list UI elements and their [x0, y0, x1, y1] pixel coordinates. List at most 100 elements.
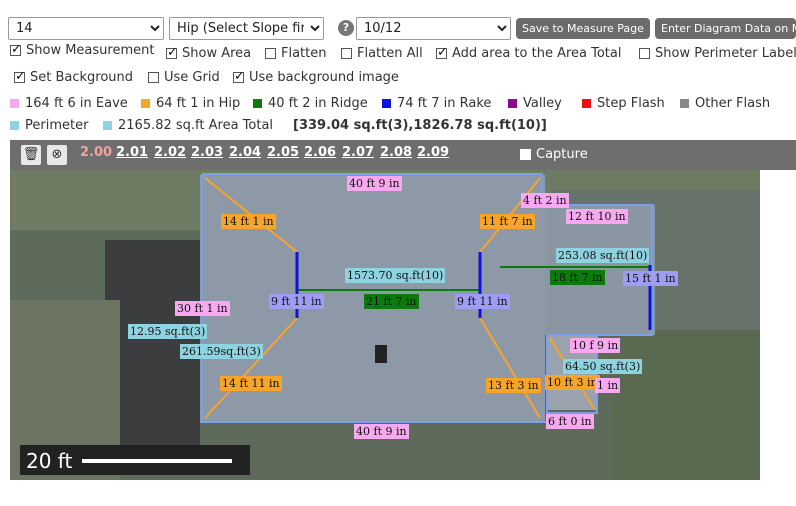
- checkbox-box: [341, 48, 352, 59]
- capture-checkbox[interactable]: Capture: [520, 147, 588, 162]
- help-icon[interactable]: ?: [338, 20, 354, 36]
- eave-label-1in: 1 in: [595, 378, 621, 393]
- checkbox-box: [14, 69, 26, 84]
- ridge-label-main: 21 ft 7 in: [364, 294, 419, 309]
- swatch: [680, 99, 689, 108]
- trash-icon[interactable]: 🗑: [21, 145, 41, 165]
- scale-bar: 20 ft: [26, 449, 233, 473]
- legend-label: 164 ft 6 in Eave: [25, 96, 128, 111]
- add-area-checkbox[interactable]: Add area to the Area Total: [436, 45, 622, 61]
- pitch-number-select[interactable]: 14: [8, 17, 164, 40]
- use-grid-checkbox[interactable]: Use Grid: [148, 70, 220, 85]
- checkbox-box: [436, 45, 448, 60]
- legend-label: Perimeter: [25, 118, 89, 133]
- flatten-checkbox[interactable]: Flatten: [265, 46, 327, 61]
- swatch: [103, 121, 112, 130]
- legend-eave: 164 ft 6 in Eave: [10, 96, 128, 111]
- area-label-1573: 1573.70 sq.ft(10): [345, 268, 446, 283]
- legend-valley: Valley: [508, 96, 562, 111]
- checkbox-box: [166, 45, 178, 60]
- version-2-06[interactable]: 2.06: [304, 145, 336, 160]
- area-detail-text: [339.04 sq.ft(3),1826.78 sq.ft(10)]: [293, 118, 547, 133]
- legend-perimeter: Perimeter: [10, 118, 88, 133]
- area-label-261: 261.59sq.ft(3): [180, 344, 263, 359]
- hip-label-bl: 14 ft 11 in: [220, 376, 282, 391]
- legend-label: Valley: [523, 96, 562, 111]
- version-2-09[interactable]: 2.09: [417, 145, 449, 160]
- area-label-253: 253.08 sq.ft(10): [556, 248, 650, 263]
- swatch: [382, 99, 391, 108]
- swatch: [10, 99, 19, 108]
- legend-hip: 64 ft 1 in Hip: [141, 96, 240, 111]
- scale-label: 20 ft: [26, 449, 73, 473]
- checkbox-label: Use Grid: [164, 70, 220, 85]
- checkbox-box: [265, 48, 276, 59]
- area-label-64: 64.50 sq.ft(3): [563, 359, 643, 374]
- hip-label-tr: 11 ft 7 in: [480, 214, 535, 229]
- eave-label-4ft: 4 ft 2 in: [521, 193, 569, 208]
- version-2-03[interactable]: 2.03: [191, 145, 223, 160]
- version-2-00[interactable]: 2.00: [80, 145, 112, 160]
- flatten-all-checkbox[interactable]: Flatten All: [341, 46, 423, 61]
- swatch: [253, 99, 262, 108]
- version-2-08[interactable]: 2.08: [380, 145, 412, 160]
- rake-label-15ft: 15 ft 1 in: [623, 271, 678, 286]
- hip-label-small: 10 ft 3 in: [545, 375, 600, 390]
- area-total: 2165.82 sq.ft Area Total: [103, 118, 273, 133]
- diagram-canvas[interactable]: 40 ft 9 in 14 ft 1 in 11 ft 7 in 4 ft 2 …: [10, 170, 760, 480]
- swatch: [10, 121, 19, 130]
- legend-other-flash: Other Flash: [680, 96, 770, 111]
- swatch: [582, 99, 591, 108]
- eave-label-6ft: 6 ft 0 in: [546, 414, 594, 429]
- checkbox-box: [10, 42, 22, 57]
- eave-label-10ft9: 10 f 9 in: [570, 338, 621, 353]
- show-measurement-checkbox[interactable]: Show Measurement: [10, 42, 155, 58]
- line-type-select[interactable]: Hip (Select Slope firs: [169, 17, 324, 40]
- version-2-04[interactable]: 2.04: [229, 145, 261, 160]
- checkbox-box: [639, 48, 650, 59]
- checkbox-label: Flatten: [281, 46, 327, 61]
- legend-label: Step Flash: [597, 96, 665, 111]
- checkbox-label: Add area to the Area Total: [452, 46, 622, 61]
- area-detail: [339.04 sq.ft(3),1826.78 sq.ft(10)]: [293, 118, 547, 133]
- legend-label: 40 ft 2 in Ridge: [268, 96, 368, 111]
- legend-label: 2165.82 sq.ft Area Total: [118, 118, 274, 133]
- version-2-02[interactable]: 2.02: [154, 145, 186, 160]
- hip-label-br: 13 ft 3 in: [486, 378, 541, 393]
- version-2-01[interactable]: 2.01: [116, 145, 148, 160]
- version-2-05[interactable]: 2.05: [267, 145, 299, 160]
- checkbox-label: Show Measurement: [26, 43, 155, 58]
- save-to-measure-button[interactable]: Save to Measure Page: [516, 18, 650, 39]
- legend-ridge: 40 ft 2 in Ridge: [253, 96, 368, 111]
- eave-label-30ft: 30 ft 1 in: [175, 301, 230, 316]
- rake-label-left: 9 ft 11 in: [269, 294, 324, 309]
- checkbox-box: [233, 69, 245, 84]
- version-2-07[interactable]: 2.07: [342, 145, 374, 160]
- checkbox-label: Use background image: [249, 70, 399, 85]
- legend-step-flash: Step Flash: [582, 96, 665, 111]
- eave-label-bottom: 40 ft 9 in: [354, 424, 409, 439]
- show-perimeter-checkbox[interactable]: Show Perimeter Labels: [639, 46, 796, 61]
- checkbox-box: [520, 149, 531, 160]
- legend-rake: 74 ft 7 in Rake: [382, 96, 491, 111]
- clear-icon[interactable]: ⊗: [47, 145, 67, 165]
- checkbox-label: Show Perimeter Labels: [655, 46, 796, 61]
- checkbox-label: Flatten All: [357, 46, 423, 61]
- use-bg-image-checkbox[interactable]: Use background image: [233, 69, 399, 85]
- checkbox-label: Set Background: [30, 70, 134, 85]
- legend-label: Other Flash: [695, 96, 771, 111]
- checkbox-label: Capture: [536, 147, 588, 162]
- rake-label-right: 9 ft 11 in: [455, 294, 510, 309]
- slope-select[interactable]: 10/12: [356, 17, 511, 40]
- hip-label-tl: 14 ft 1 in: [221, 214, 276, 229]
- swatch: [508, 99, 517, 108]
- ridge-label-18ft: 18 ft 7 in: [550, 270, 605, 285]
- legend-label: 74 ft 7 in Rake: [397, 96, 492, 111]
- legend-label: 64 ft 1 in Hip: [156, 96, 241, 111]
- scale-line: [82, 459, 233, 463]
- show-area-checkbox[interactable]: Show Area: [166, 45, 252, 61]
- enter-diagram-data-button[interactable]: Enter Diagram Data on Measure: [655, 18, 796, 39]
- set-background-checkbox[interactable]: Set Background: [14, 69, 134, 85]
- checkbox-label: Show Area: [182, 46, 252, 61]
- checkbox-box: [148, 72, 159, 83]
